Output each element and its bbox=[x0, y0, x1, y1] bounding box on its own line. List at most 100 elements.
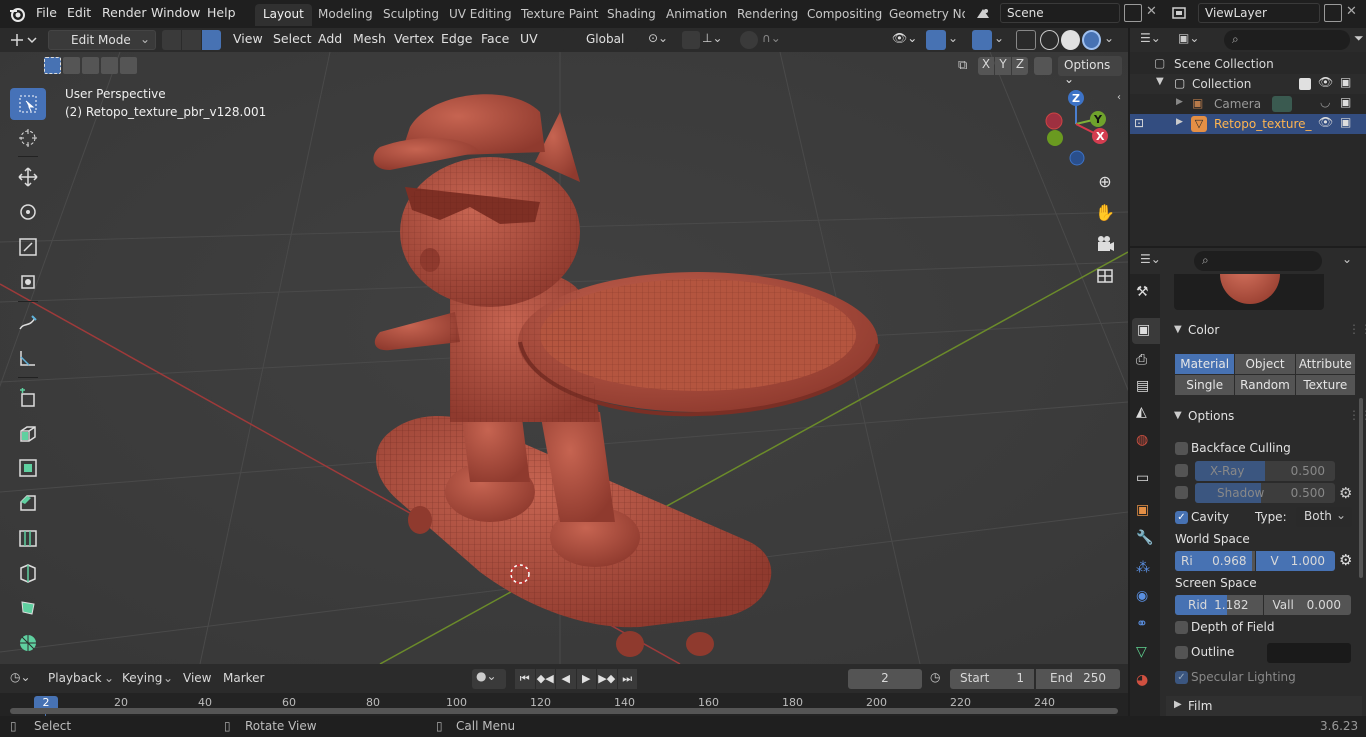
dof-checkbox[interactable] bbox=[1175, 621, 1188, 634]
menu-edge[interactable]: Edge bbox=[441, 31, 472, 49]
select-extend-icon[interactable] bbox=[63, 57, 80, 74]
xray-checkbox[interactable] bbox=[1175, 464, 1188, 477]
constraints-tab-icon[interactable]: ⚭ bbox=[1136, 616, 1148, 632]
timeline-editor-icon[interactable]: ◷⌄ bbox=[10, 670, 40, 688]
overlay-chevron-icon[interactable]: ⌄ bbox=[994, 31, 1008, 49]
outline-checkbox[interactable] bbox=[1175, 646, 1188, 659]
render-camera-icon[interactable]: ▣ bbox=[1340, 75, 1351, 89]
outliner-row-scene-collection[interactable]: ▢ Scene Collection bbox=[1130, 54, 1366, 74]
new-view-layer-icon[interactable] bbox=[1324, 4, 1342, 22]
tool-tab-icon[interactable]: ⚒ bbox=[1136, 284, 1149, 300]
shading-chevron-icon[interactable]: ⌄ bbox=[1104, 31, 1118, 49]
color-single-button[interactable]: Single bbox=[1175, 375, 1235, 395]
move-tool[interactable] bbox=[10, 161, 46, 193]
menu-select[interactable]: Select bbox=[273, 31, 312, 49]
menu-render[interactable]: Render bbox=[102, 5, 147, 20]
outliner-row-camera[interactable]: ▶ ▣ Camera ◡ ▣ bbox=[1130, 94, 1366, 114]
play-icon[interactable]: ▶ bbox=[576, 669, 596, 689]
viewport-3d[interactable]: User Perspective (2) Retopo_texture_pbr_… bbox=[0, 52, 1128, 664]
visibility-icon[interactable]: 👁⌄ bbox=[892, 31, 920, 49]
vertex-select-icon[interactable] bbox=[162, 30, 181, 50]
outliner-editor-icon[interactable]: ☰⌄ bbox=[1140, 31, 1168, 49]
backface-culling-checkbox[interactable] bbox=[1175, 442, 1188, 455]
mirror-y[interactable]: Y bbox=[995, 57, 1011, 75]
editor-type-icon[interactable] bbox=[8, 30, 42, 50]
zoom-icon[interactable]: ⊕ bbox=[1094, 172, 1116, 194]
camera-view-icon[interactable] bbox=[1094, 234, 1116, 256]
expand-collection-icon[interactable]: ▼ bbox=[1156, 76, 1164, 87]
cursor-tool[interactable] bbox=[10, 122, 46, 154]
mode-selector[interactable]: Edit Mode ⌄ bbox=[48, 30, 156, 50]
jump-end-icon[interactable]: ⏭ bbox=[617, 669, 637, 689]
color-material-button[interactable]: Material bbox=[1175, 354, 1235, 374]
display-mode-icon[interactable]: ▣⌄ bbox=[1178, 31, 1206, 49]
scale-tool[interactable] bbox=[10, 231, 46, 263]
world-space-gear-icon[interactable]: ⚙ bbox=[1339, 551, 1352, 569]
mirror-z[interactable]: Z bbox=[1012, 57, 1028, 75]
timeline-view[interactable]: View bbox=[183, 671, 211, 685]
material-shading-icon[interactable] bbox=[1082, 30, 1101, 50]
properties-editor-icon[interactable]: ☰⌄ bbox=[1140, 252, 1168, 270]
tab-uv-editing[interactable]: UV Editing bbox=[441, 4, 520, 26]
preview-range-icon[interactable]: ◷ bbox=[930, 670, 946, 688]
options-dropdown[interactable]: Options ⌄ bbox=[1058, 56, 1122, 86]
color-attribute-button[interactable]: Attribute bbox=[1295, 354, 1355, 374]
menu-edit[interactable]: Edit bbox=[67, 5, 91, 20]
menu-add[interactable]: Add bbox=[318, 31, 342, 49]
color-panel-header[interactable]: ▼ Color ⋮⋮ bbox=[1166, 320, 1366, 342]
tab-rendering[interactable]: Rendering bbox=[729, 4, 806, 26]
transform-tool[interactable] bbox=[10, 266, 46, 298]
blender-logo-icon[interactable] bbox=[8, 5, 26, 23]
mirror-x[interactable]: X bbox=[978, 57, 994, 75]
menu-help[interactable]: Help bbox=[207, 5, 236, 20]
object-tab-icon[interactable]: ▣ bbox=[1136, 502, 1149, 518]
menu-view[interactable]: View bbox=[233, 31, 263, 49]
prev-keyframe-icon[interactable]: ◆◀ bbox=[535, 669, 555, 689]
exclude-checkbox[interactable] bbox=[1299, 78, 1311, 90]
screen-valley-slider[interactable]: Vall 0.000 bbox=[1263, 595, 1351, 615]
modifier-tab-icon[interactable]: 🔧 bbox=[1136, 530, 1153, 546]
properties-search[interactable]: ⌕ bbox=[1194, 251, 1322, 271]
select-new-icon[interactable] bbox=[44, 57, 61, 74]
outliner-row-retopo[interactable]: ⊡ ▶ ▽ Retopo_texture_ 👁 ▣ bbox=[1130, 114, 1366, 134]
timeline-marker[interactable]: Marker bbox=[223, 671, 264, 685]
tab-layout[interactable]: Layout bbox=[255, 4, 312, 26]
view-layer-selector[interactable]: ViewLayer bbox=[1198, 3, 1320, 23]
material-tab-icon[interactable]: ◕ bbox=[1136, 672, 1148, 688]
timeline-ruler[interactable]: 2 20 40 60 80 100 120 140 160 180 200 22… bbox=[0, 693, 1128, 717]
loop-cut-tool[interactable] bbox=[10, 522, 46, 554]
snap-icon[interactable] bbox=[682, 31, 700, 49]
options-panel-header[interactable]: ▼ Options ⋮⋮ bbox=[1166, 406, 1366, 428]
scene-selector[interactable]: Scene bbox=[1000, 3, 1120, 23]
inset-tool[interactable] bbox=[10, 452, 46, 484]
particles-tab-icon[interactable]: ⁂ bbox=[1136, 560, 1150, 576]
chevron-down-icon[interactable]: ⌄ bbox=[1342, 252, 1352, 266]
overlay-toggle-icon[interactable] bbox=[972, 30, 992, 50]
eye-hidden-icon[interactable]: ◡ bbox=[1320, 95, 1330, 109]
color-random-button[interactable]: Random bbox=[1235, 375, 1295, 395]
new-scene-icon[interactable] bbox=[1124, 4, 1142, 22]
menu-file[interactable]: File bbox=[36, 5, 57, 20]
scene-tab-icon[interactable]: ◭ bbox=[1136, 404, 1147, 420]
matcap-preview[interactable] bbox=[1174, 274, 1324, 310]
expand-object-icon[interactable]: ▶ bbox=[1176, 117, 1183, 127]
menu-face[interactable]: Face bbox=[481, 31, 509, 49]
auto-merge-icon[interactable] bbox=[1034, 57, 1052, 75]
knife-tool[interactable] bbox=[10, 557, 46, 589]
menu-uv[interactable]: UV bbox=[520, 31, 538, 49]
filter-icon[interactable]: ⏷ bbox=[1354, 31, 1364, 46]
tab-compositing[interactable]: Compositing bbox=[799, 4, 890, 26]
mirror-options-icon[interactable]: ⧉ bbox=[958, 58, 976, 76]
tab-texture-paint[interactable]: Texture Paint bbox=[513, 4, 606, 26]
tab-animation[interactable]: Animation bbox=[658, 4, 735, 26]
record-icon[interactable]: ●⌄ bbox=[472, 669, 506, 689]
properties-scrollbar[interactable] bbox=[1359, 398, 1363, 578]
output-tab-icon[interactable]: ⎙ bbox=[1136, 352, 1147, 368]
sidebar-toggle-icon[interactable]: ‹ bbox=[1117, 92, 1121, 103]
menu-window[interactable]: Window bbox=[151, 5, 200, 20]
select-invert-icon[interactable] bbox=[101, 57, 118, 74]
xray-toggle-icon[interactable] bbox=[1016, 30, 1036, 50]
render-camera-icon[interactable]: ▣ bbox=[1340, 115, 1351, 129]
eye-icon[interactable]: 👁 bbox=[1318, 115, 1333, 129]
select-intersect-icon[interactable] bbox=[120, 57, 137, 74]
